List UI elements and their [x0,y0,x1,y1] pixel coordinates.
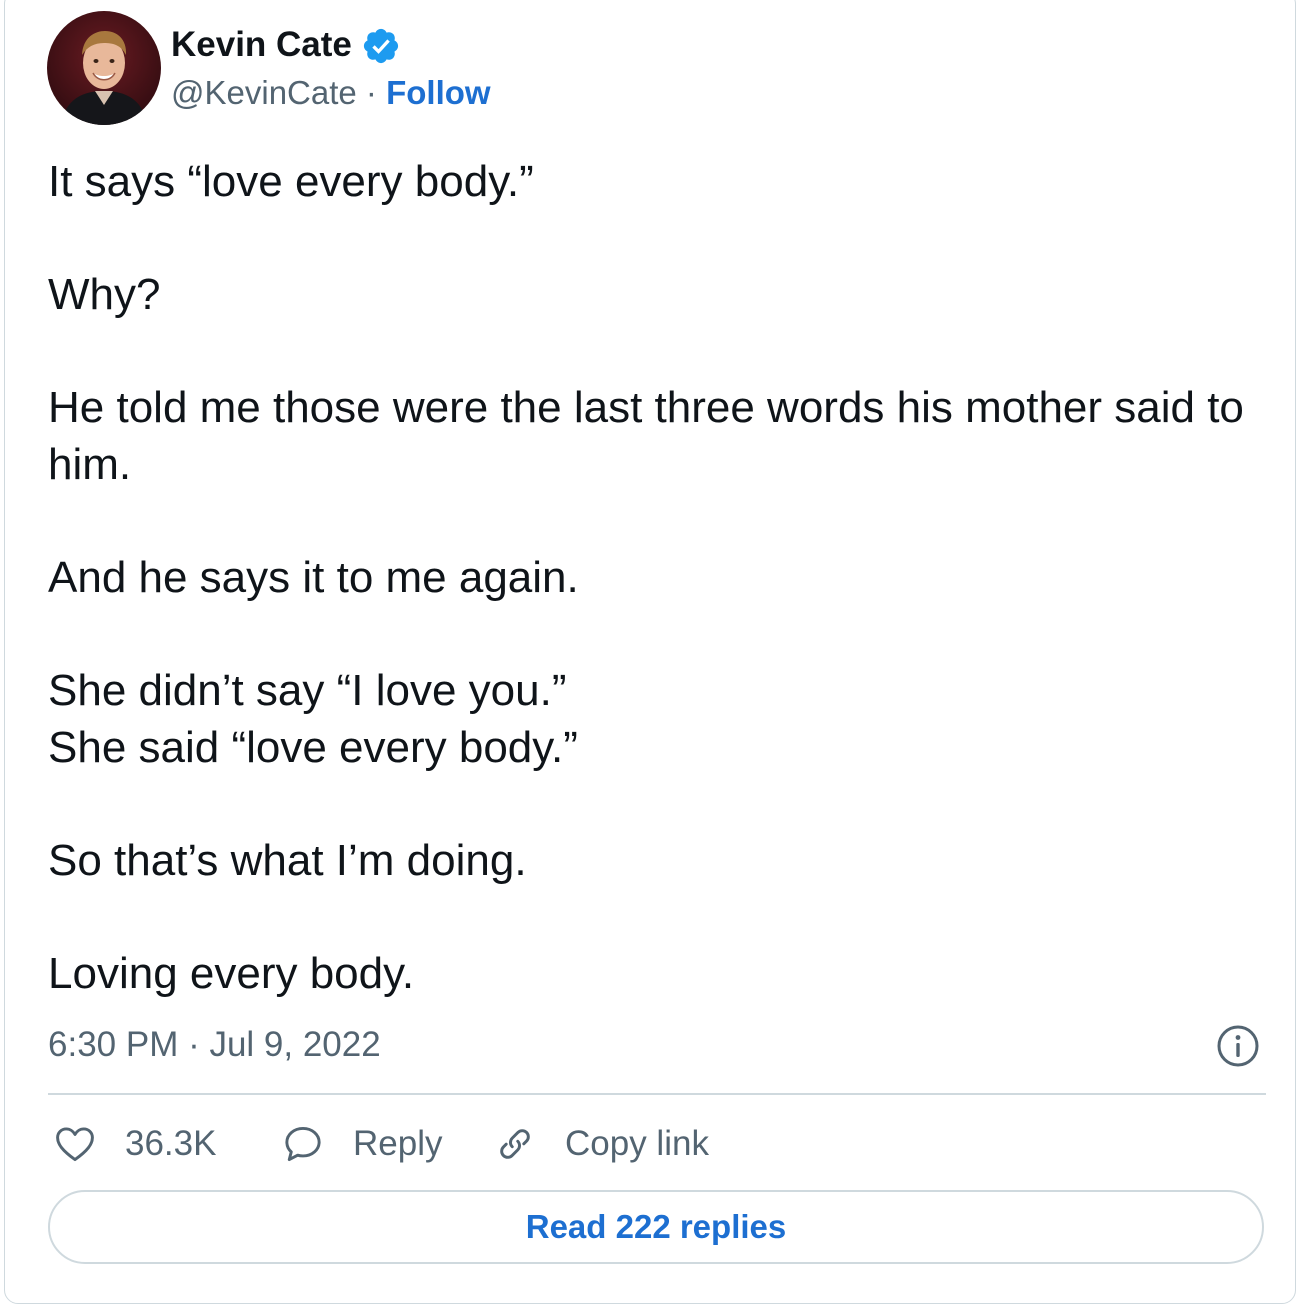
verified-badge-icon [363,28,399,64]
avatar-photo [47,11,161,125]
author-name[interactable]: Kevin Cate [171,25,352,65]
tweet-paragraph: It says “love every body.” [48,157,534,206]
like-button[interactable]: 36.3K [53,1119,216,1169]
tweet-timestamp[interactable]: 6:30 PM · Jul 9, 2022 [48,1023,381,1067]
handle-row: @KevinCate · Follow [171,73,491,113]
author-handle[interactable]: @KevinCate [171,74,357,111]
reply-button[interactable]: Reply [281,1119,442,1169]
avatar[interactable] [47,11,161,125]
tweet-card: Kevin Cate @KevinCate · Follow It says “… [4,0,1296,1304]
speech-bubble-icon [285,1126,321,1162]
tweet-paragraph: She didn’t say “I love you.” She said “l… [48,666,578,772]
read-replies-button[interactable]: Read 222 replies [48,1190,1264,1264]
copy-link-button[interactable]: Copy link [493,1119,709,1169]
handle-separator: · [356,74,387,111]
link-icon [500,1129,530,1159]
heart-icon [56,1127,94,1162]
like-count: 36.3K [125,1124,217,1163]
tweet-text: It says “love every body.” Why? He told … [48,153,1278,1002]
tweet-paragraph: So that’s what I’m doing. [48,836,527,885]
tweet-paragraph: Why? [48,270,161,319]
divider [48,1093,1266,1095]
tweet-paragraph: Loving every body. [48,949,415,998]
follow-button[interactable]: Follow [386,74,490,111]
copy-link-label: Copy link [565,1124,709,1163]
reply-label: Reply [353,1124,443,1163]
info-icon[interactable] [1216,1024,1260,1068]
tweet-paragraph: And he says it to me again. [48,553,579,602]
tweet-paragraph: He told me those were the last three wor… [48,383,1244,489]
